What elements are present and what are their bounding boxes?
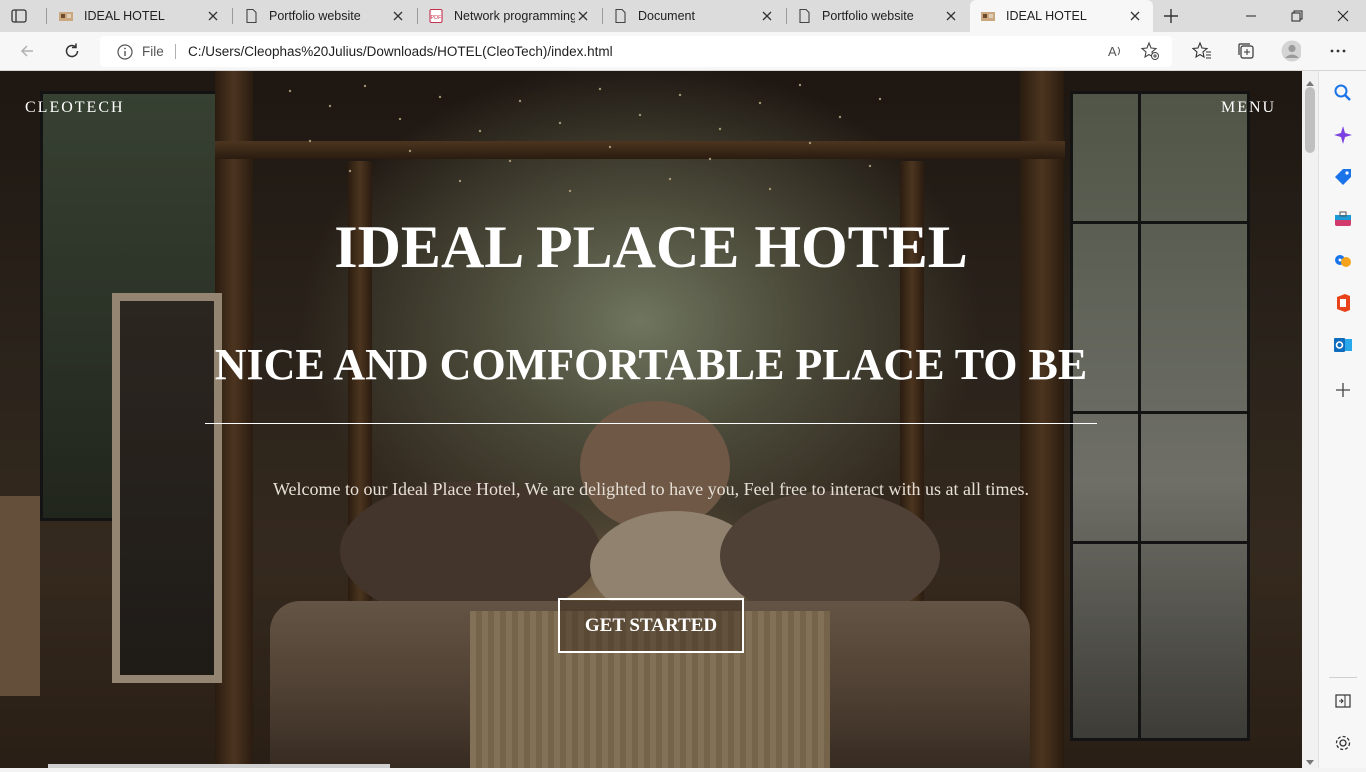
shopping-tag-icon[interactable] xyxy=(1333,167,1353,187)
url-text[interactable]: C:/Users/Cleophas%20Julius/Downloads/HOT… xyxy=(188,44,613,59)
close-icon[interactable] xyxy=(390,8,406,24)
read-aloud-icon[interactable]: A xyxy=(1105,41,1125,61)
tab-network-programming[interactable]: PDF Network programming xyxy=(418,0,601,32)
sidebar-separator xyxy=(1329,677,1357,678)
pdf-icon: PDF xyxy=(428,8,444,24)
horizontal-scroll-indicator[interactable] xyxy=(48,764,390,768)
tab-title: Document xyxy=(638,9,695,23)
tools-icon[interactable] xyxy=(1333,209,1353,229)
close-window-icon[interactable] xyxy=(1320,0,1366,32)
hero-divider xyxy=(205,423,1097,424)
get-started-button[interactable]: GET STARTED xyxy=(558,598,744,653)
tab-actions-icon[interactable] xyxy=(10,7,28,25)
hero-title: IDEAL PLACE HOTEL xyxy=(334,214,968,280)
profile-avatar[interactable] xyxy=(1281,40,1301,62)
svg-text:A: A xyxy=(1108,44,1117,59)
tab-portfolio-1[interactable]: Portfolio website xyxy=(233,0,416,32)
more-options-icon[interactable] xyxy=(1328,41,1348,61)
tab-title: IDEAL HOTEL xyxy=(1006,9,1087,23)
scroll-down-arrow-icon[interactable] xyxy=(1306,754,1314,765)
new-tab-icon[interactable] xyxy=(1161,6,1181,26)
tab-strip: IDEAL HOTEL Portfolio website PDF Networ… xyxy=(0,0,1366,32)
page-scrollbar[interactable] xyxy=(1302,71,1318,768)
edge-sidebar xyxy=(1318,71,1366,768)
hero-subtitle: NICE AND COMFORTABLE PLACE TO BE xyxy=(214,340,1088,389)
add-icon[interactable] xyxy=(1333,380,1353,400)
scroll-thumb[interactable] xyxy=(1305,87,1315,153)
tab-separator xyxy=(46,8,47,24)
tab-title: IDEAL HOTEL xyxy=(84,9,165,23)
tab-document[interactable]: Document xyxy=(602,0,785,32)
split-screen-icon[interactable] xyxy=(1333,691,1353,711)
collections-icon[interactable] xyxy=(1236,41,1256,61)
outlook-icon[interactable] xyxy=(1333,335,1353,355)
svg-text:PDF: PDF xyxy=(431,15,443,21)
scheme-label: File xyxy=(142,44,164,59)
favorites-icon[interactable] xyxy=(1192,41,1212,61)
close-icon[interactable] xyxy=(1127,8,1143,24)
add-favorite-icon[interactable] xyxy=(1140,41,1160,61)
tab-title: Portfolio website xyxy=(269,9,361,23)
page-icon xyxy=(796,8,812,24)
tab-ideal-hotel-1[interactable]: IDEAL HOTEL xyxy=(48,0,231,32)
tab-title: Portfolio website xyxy=(822,9,914,23)
close-icon[interactable] xyxy=(943,8,959,24)
hotel-favicon-icon xyxy=(58,8,74,24)
hero-overlay xyxy=(0,71,1302,768)
hero-welcome-text: Welcome to our Ideal Place Hotel, We are… xyxy=(272,479,1029,499)
page-icon xyxy=(612,8,628,24)
search-icon[interactable] xyxy=(1333,83,1353,103)
settings-icon[interactable] xyxy=(1333,733,1353,753)
minimize-icon[interactable] xyxy=(1228,0,1274,32)
scroll-up-arrow-icon[interactable] xyxy=(1306,74,1314,86)
page-icon xyxy=(243,8,259,24)
menu-link[interactable]: MENU xyxy=(1221,99,1276,117)
restore-icon[interactable] xyxy=(1274,0,1320,32)
address-bar[interactable]: File C:/Users/Cleophas%20Julius/Download… xyxy=(100,36,1172,67)
page-viewport: CLEOTECH MENU IDEAL PLACE HOTEL NICE AND… xyxy=(0,71,1302,768)
tab-portfolio-2[interactable]: Portfolio website xyxy=(786,0,969,32)
hotel-favicon-icon xyxy=(980,8,996,24)
office-icon[interactable] xyxy=(1333,293,1353,313)
close-icon[interactable] xyxy=(205,8,221,24)
close-icon[interactable] xyxy=(759,8,775,24)
tab-title: Network programming xyxy=(454,9,575,23)
games-icon[interactable] xyxy=(1333,251,1353,271)
refresh-icon[interactable] xyxy=(62,41,82,61)
back-icon[interactable] xyxy=(17,41,37,61)
info-icon[interactable] xyxy=(116,43,134,61)
close-icon[interactable] xyxy=(575,8,591,24)
toolbar: File C:/Users/Cleophas%20Julius/Download… xyxy=(0,32,1366,71)
tab-ideal-hotel-active[interactable]: IDEAL HOTEL xyxy=(970,0,1153,32)
brand-logo[interactable]: CLEOTECH xyxy=(25,99,125,117)
address-separator xyxy=(175,44,176,59)
copilot-icon[interactable] xyxy=(1333,125,1353,145)
